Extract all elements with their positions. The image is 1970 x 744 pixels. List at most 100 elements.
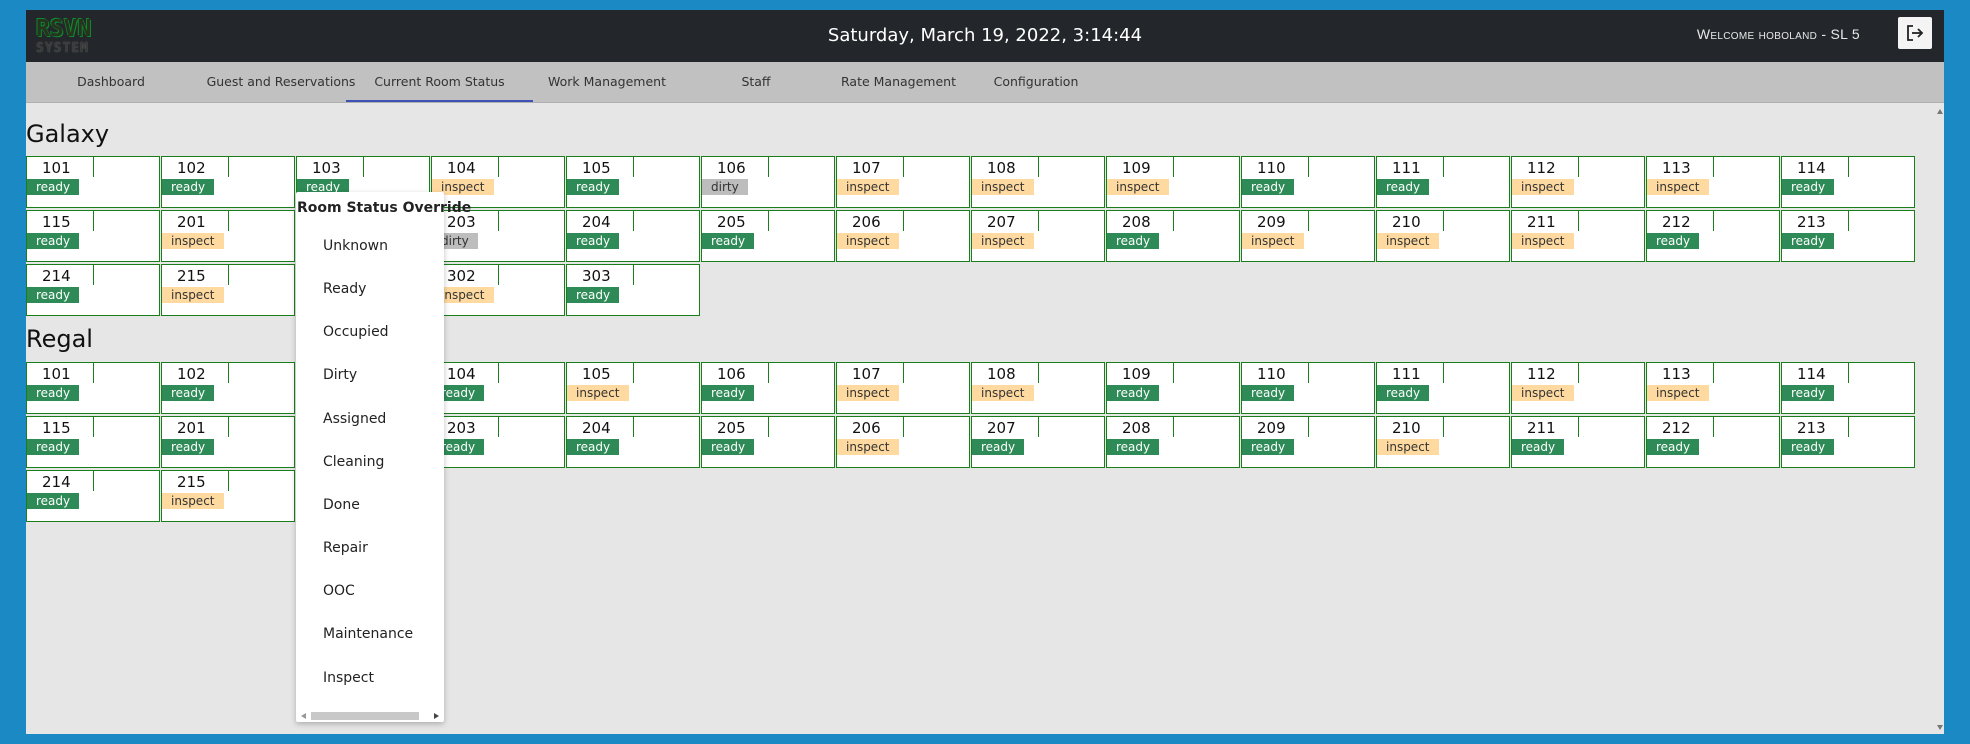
scroll-up-icon[interactable]: [1937, 109, 1943, 114]
room-card[interactable]: 208 ready: [1106, 210, 1240, 262]
room-card[interactable]: 211 ready: [1511, 416, 1645, 468]
room-card[interactable]: 207 inspect: [971, 210, 1105, 262]
room-status-badge: ready: [1242, 179, 1295, 195]
scrollbar-thumb[interactable]: [311, 712, 419, 720]
room-card-divider: [1038, 211, 1039, 231]
tab-current-room-status[interactable]: Current Room Status: [346, 62, 533, 102]
room-card[interactable]: 110 ready: [1241, 362, 1375, 414]
room-card[interactable]: 210 inspect: [1376, 416, 1510, 468]
room-card[interactable]: 113 inspect: [1646, 362, 1780, 414]
room-card[interactable]: 209 ready: [1241, 416, 1375, 468]
room-card[interactable]: 215 inspect: [161, 470, 295, 522]
room-card[interactable]: 102 ready: [161, 156, 295, 208]
room-card[interactable]: 303 ready: [566, 264, 700, 316]
override-option-unknown[interactable]: Unknown: [323, 238, 388, 254]
override-menu-horizontal-scrollbar[interactable]: [296, 708, 444, 722]
room-number: 113: [1662, 159, 1691, 177]
room-card[interactable]: 203 ready: [431, 416, 565, 468]
override-option-cleaning[interactable]: Cleaning: [323, 454, 384, 470]
tab-configuration[interactable]: Configuration: [971, 62, 1101, 102]
override-option-dirty[interactable]: Dirty: [323, 367, 357, 383]
room-number: 303: [582, 267, 611, 285]
room-card[interactable]: 114 ready: [1781, 156, 1915, 208]
room-card[interactable]: 110 ready: [1241, 156, 1375, 208]
room-number: 107: [852, 365, 881, 383]
room-card[interactable]: 106 dirty: [701, 156, 835, 208]
room-number: 113: [1662, 365, 1691, 383]
room-card[interactable]: 204 ready: [566, 416, 700, 468]
room-status-badge: ready: [1782, 385, 1835, 401]
override-option-inspect[interactable]: Inspect: [323, 670, 374, 686]
scroll-down-icon[interactable]: [1937, 725, 1943, 730]
room-card[interactable]: 115 ready: [26, 210, 160, 262]
room-card[interactable]: 109 ready: [1106, 362, 1240, 414]
room-card[interactable]: 209 inspect: [1241, 210, 1375, 262]
room-card[interactable]: 302 inspect: [431, 264, 565, 316]
room-card[interactable]: 108 inspect: [971, 156, 1105, 208]
room-card[interactable]: 107 inspect: [836, 156, 970, 208]
room-card[interactable]: 212 ready: [1646, 210, 1780, 262]
room-card-divider: [1848, 157, 1849, 177]
room-card[interactable]: 206 inspect: [836, 416, 970, 468]
room-card[interactable]: 101 ready: [26, 156, 160, 208]
room-card[interactable]: 208 ready: [1106, 416, 1240, 468]
room-card[interactable]: 214 ready: [26, 264, 160, 316]
room-card[interactable]: 213 ready: [1781, 416, 1915, 468]
room-card[interactable]: 112 inspect: [1511, 156, 1645, 208]
room-card[interactable]: 102 ready: [161, 362, 295, 414]
room-card[interactable]: 112 inspect: [1511, 362, 1645, 414]
room-card-divider: [1038, 157, 1039, 177]
room-number: 302: [447, 267, 476, 285]
override-option-ready[interactable]: Ready: [323, 281, 366, 297]
room-card[interactable]: 107 inspect: [836, 362, 970, 414]
room-card[interactable]: 205 ready: [701, 210, 835, 262]
room-card[interactable]: 211 inspect: [1511, 210, 1645, 262]
room-card[interactable]: 105 inspect: [566, 362, 700, 414]
room-card[interactable]: 113 inspect: [1646, 156, 1780, 208]
room-card[interactable]: 108 inspect: [971, 362, 1105, 414]
override-option-assigned[interactable]: Assigned: [323, 411, 386, 427]
room-card[interactable]: 114 ready: [1781, 362, 1915, 414]
room-number: 209: [1257, 419, 1286, 437]
logout-button[interactable]: [1898, 17, 1932, 49]
room-card[interactable]: 210 inspect: [1376, 210, 1510, 262]
scroll-right-icon[interactable]: [434, 713, 439, 719]
room-card[interactable]: 111 ready: [1376, 156, 1510, 208]
override-option-ooc[interactable]: OOC: [323, 583, 355, 599]
override-option-done[interactable]: Done: [323, 497, 360, 513]
tab-staff[interactable]: Staff: [706, 62, 806, 102]
room-card[interactable]: 111 ready: [1376, 362, 1510, 414]
room-card[interactable]: 201 inspect: [161, 210, 295, 262]
override-option-maintenance[interactable]: Maintenance: [323, 626, 413, 642]
room-number: 107: [852, 159, 881, 177]
room-card[interactable]: 212 ready: [1646, 416, 1780, 468]
room-card[interactable]: 204 ready: [566, 210, 700, 262]
room-status-badge: ready: [162, 385, 215, 401]
vertical-scrollbar[interactable]: [1936, 103, 1944, 734]
room-status-badge: ready: [1377, 385, 1430, 401]
scroll-left-icon[interactable]: [301, 713, 306, 719]
tab-dashboard[interactable]: Dashboard: [51, 62, 171, 102]
room-card[interactable]: 205 ready: [701, 416, 835, 468]
room-card-divider: [903, 363, 904, 383]
tab-rate-management[interactable]: Rate Management: [806, 62, 991, 102]
room-number: 102: [177, 365, 206, 383]
override-option-repair[interactable]: Repair: [323, 540, 368, 556]
room-card[interactable]: 105 ready: [566, 156, 700, 208]
room-card[interactable]: 109 inspect: [1106, 156, 1240, 208]
room-card[interactable]: 207 ready: [971, 416, 1105, 468]
room-card[interactable]: 201 ready: [161, 416, 295, 468]
room-card[interactable]: 115 ready: [26, 416, 160, 468]
room-card[interactable]: 215 inspect: [161, 264, 295, 316]
room-card[interactable]: 203 dirty: [431, 210, 565, 262]
room-card[interactable]: 213 ready: [1781, 210, 1915, 262]
override-option-occupied[interactable]: Occupied: [323, 324, 389, 340]
room-card[interactable]: 104 ready: [431, 362, 565, 414]
room-card[interactable]: 206 inspect: [836, 210, 970, 262]
room-number: 109: [1122, 365, 1151, 383]
room-card[interactable]: 106 ready: [701, 362, 835, 414]
current-datetime: Saturday, March 19, 2022, 3:14:44: [827, 25, 1143, 46]
room-card[interactable]: 214 ready: [26, 470, 160, 522]
tab-work-management[interactable]: Work Management: [531, 62, 683, 102]
room-card[interactable]: 101 ready: [26, 362, 160, 414]
